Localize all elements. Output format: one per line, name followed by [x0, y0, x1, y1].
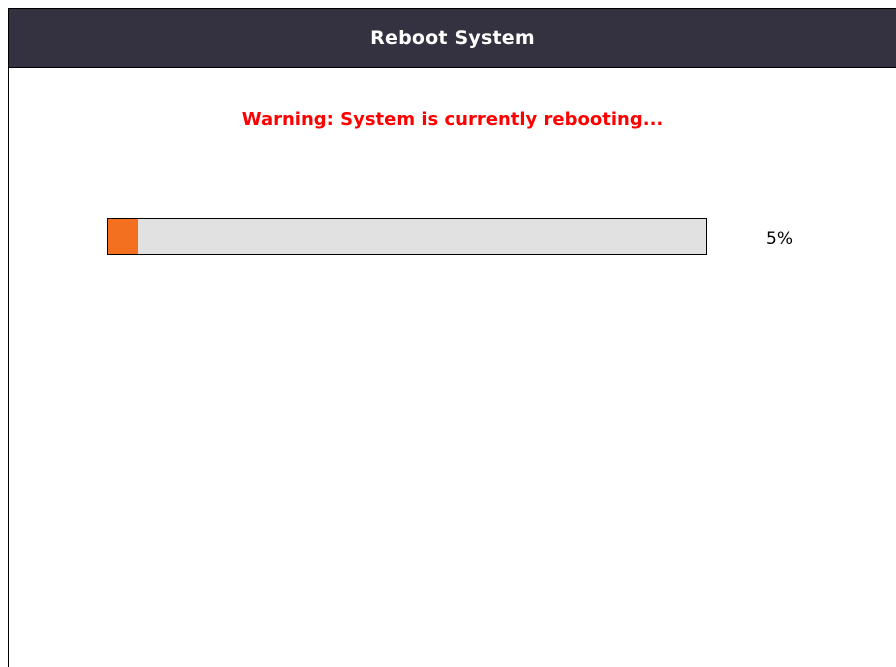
dialog-header: Reboot System — [9, 9, 896, 68]
progress-percent-label: 5% — [766, 229, 793, 249]
warning-message: Warning: System is currently rebooting..… — [241, 109, 664, 130]
reboot-dialog: Reboot System Warning: System is current… — [8, 8, 896, 667]
progress-fill — [108, 219, 138, 254]
reboot-progress-bar — [107, 218, 707, 255]
dialog-title: Reboot System — [370, 27, 535, 49]
